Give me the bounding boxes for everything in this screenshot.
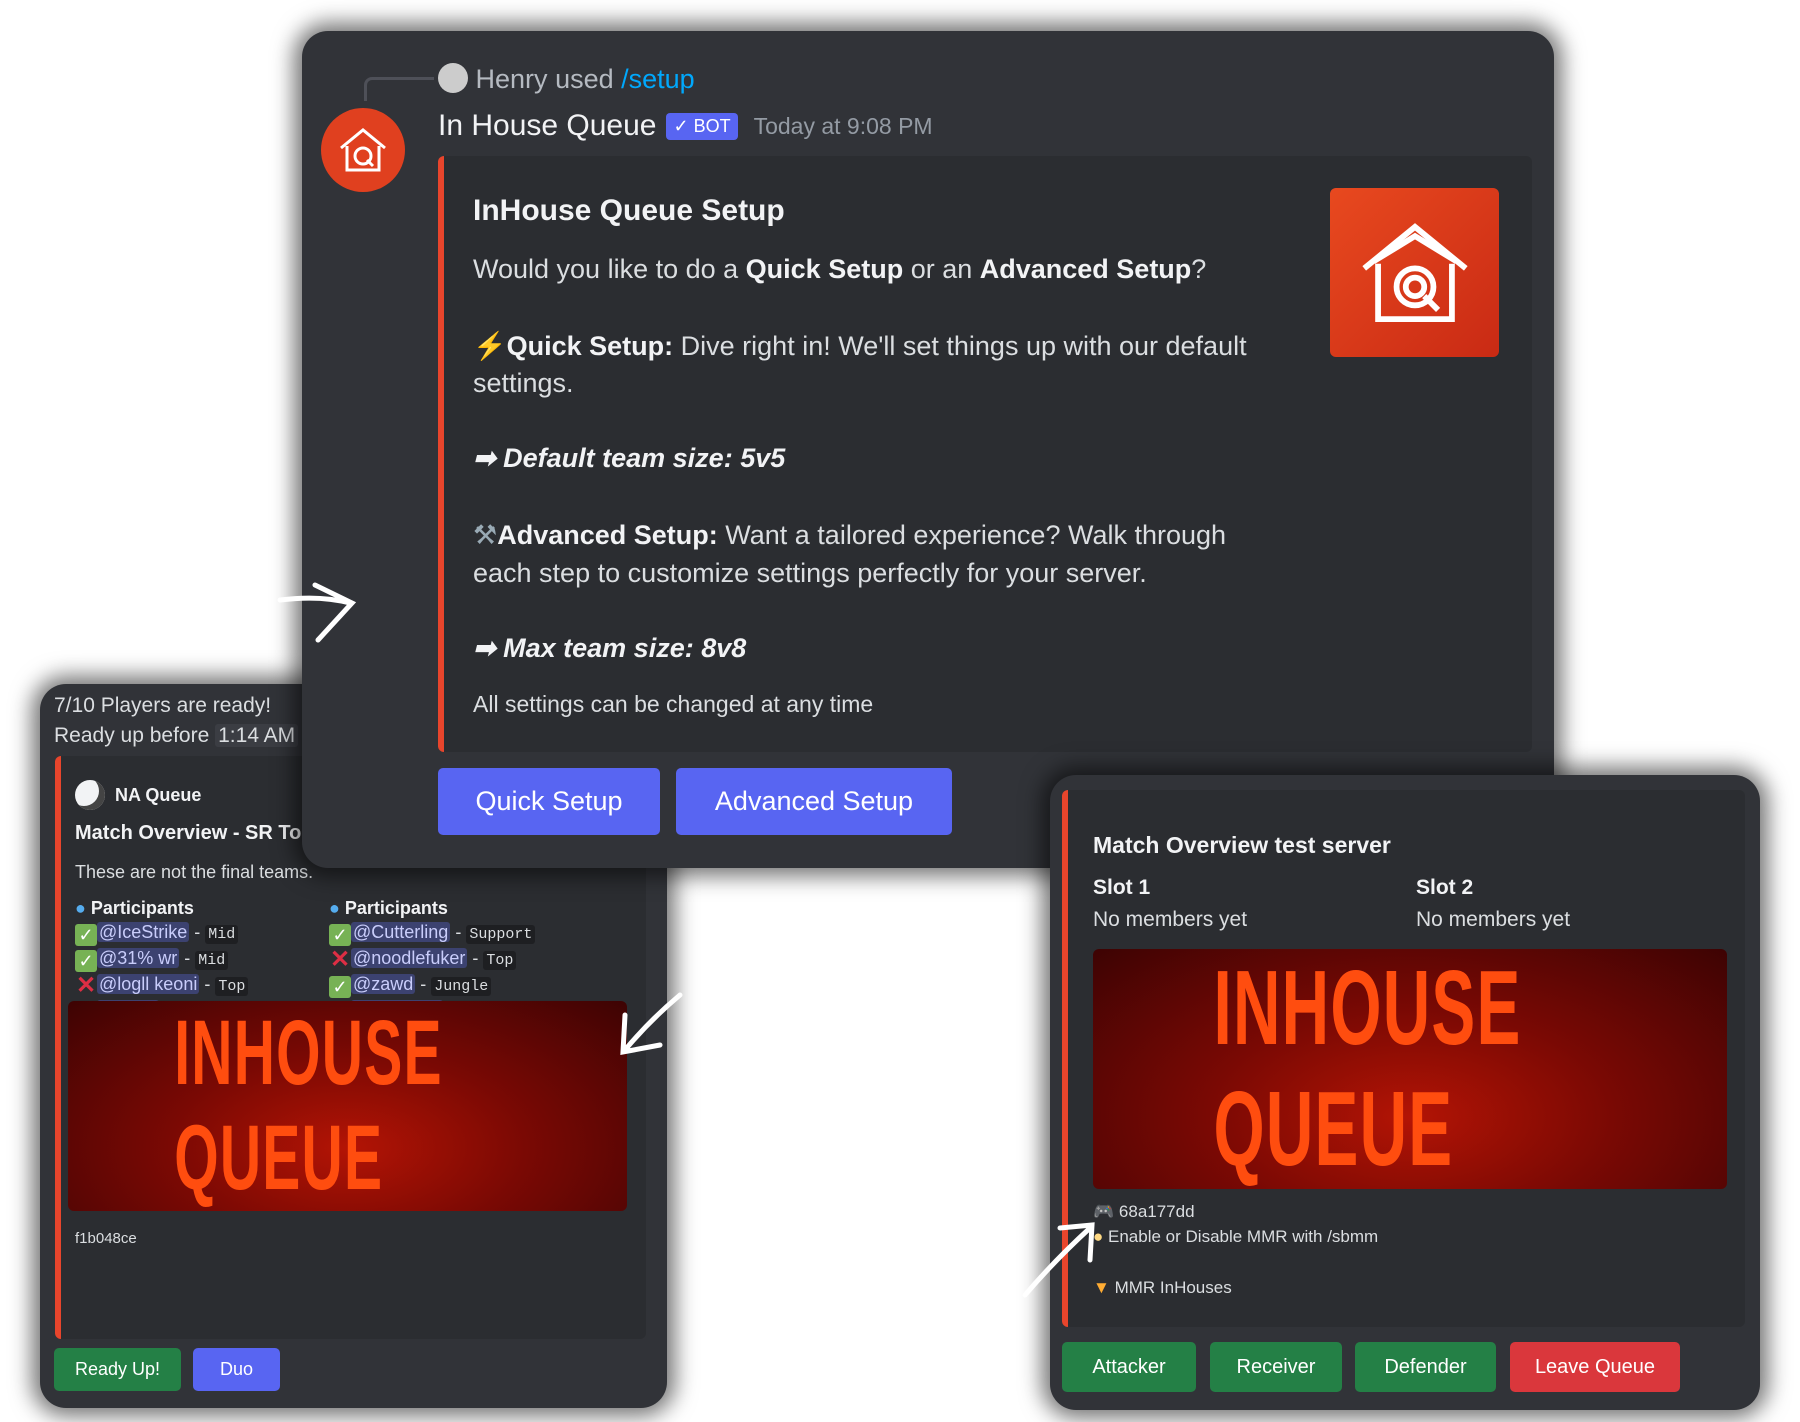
arrow-icon (277, 582, 357, 643)
arrow-icon (1022, 1222, 1095, 1298)
annotation-arrows (277, 582, 1095, 1298)
arrow-icon (620, 992, 683, 1056)
